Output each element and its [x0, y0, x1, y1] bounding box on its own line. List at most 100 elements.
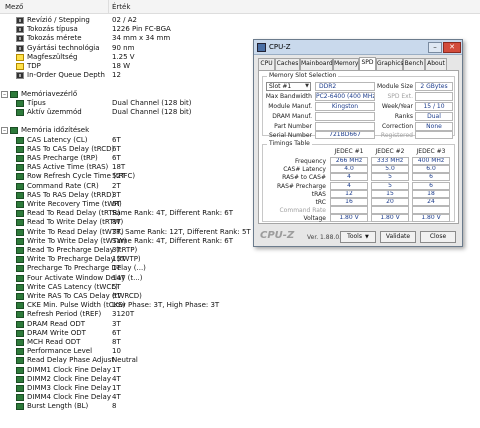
- list-item[interactable]: Magfeszültség 1.25 V: [0, 53, 250, 62]
- slot-select[interactable]: Slot #1 ▼: [266, 82, 311, 91]
- validate-button[interactable]: Validate: [380, 231, 416, 243]
- list-item[interactable]: Write RAS To CAS Delay (tWRCD) 6T: [0, 292, 250, 301]
- tab-caches[interactable]: Caches: [275, 58, 300, 70]
- item-value: Same Rank: 4T, Different Rank: 6T: [112, 236, 234, 245]
- timing-cell: 6: [412, 181, 450, 190]
- item-label: Read Delay Phase Adjust: [27, 356, 115, 365]
- list-item[interactable]: RAS To CAS Delay (tRCD) 6T: [0, 145, 250, 154]
- group-title: Timings Table: [267, 140, 312, 147]
- memory-controller-icon: [10, 90, 18, 98]
- list-item[interactable]: DIMM2 Clock Fine Delay 4T: [0, 375, 250, 384]
- list-item[interactable]: Read To Write Delay (tRTW) 8T: [0, 218, 250, 227]
- collapse-icon[interactable]: –: [1, 90, 8, 98]
- close-window-button[interactable]: ✕: [443, 42, 461, 53]
- list-item[interactable]: Revízió / Stepping 02 / A2: [0, 16, 250, 25]
- list-item[interactable]: Write CAS Latency (tWCL) 5T: [0, 283, 250, 292]
- memory-icon: [16, 320, 24, 328]
- memory-icon: [16, 339, 24, 346]
- tools-button[interactable]: Tools ▼: [340, 231, 376, 243]
- list-item[interactable]: CAS Latency (CL) 6T: [0, 136, 250, 145]
- list-item[interactable]: Burst Length (BL) 8: [0, 402, 250, 411]
- list-item[interactable]: DIMM1 Clock Fine Delay 1T: [0, 366, 250, 375]
- spacer-row: [0, 117, 250, 126]
- item-label: Write To Read Delay (tWTR): [27, 227, 124, 236]
- item-label: TDP: [27, 62, 41, 70]
- tab-graphics[interactable]: Graphics: [376, 58, 404, 70]
- section-header[interactable]: – Memória időzítések: [0, 126, 250, 135]
- item-value: 52T: [112, 172, 126, 181]
- list-item[interactable]: CKE Min. Pulse Width (tCKE) Low Phase: 3T…: [0, 301, 250, 310]
- item-label: Magfeszültség: [27, 52, 78, 61]
- item-label: Performance Level: [27, 347, 93, 356]
- list-item[interactable]: RAS Active Time (tRAS) 18T: [0, 163, 250, 172]
- list-item[interactable]: Write To Write Delay (tWTW) Same Rank: 4T…: [0, 237, 250, 246]
- timing-cell: 15: [371, 189, 409, 198]
- close-button[interactable]: Close: [420, 231, 456, 243]
- list-item[interactable]: Performance Level 10: [0, 347, 250, 356]
- cpuz-window[interactable]: CPU-Z – ✕ CPU Caches Mainboard Memory SP…: [253, 39, 463, 247]
- list-item[interactable]: Gyártási technológia 90 nm: [0, 44, 250, 53]
- section-header[interactable]: – Memóriavezérlő: [0, 90, 250, 99]
- list-item[interactable]: TDP 18 W: [0, 62, 250, 71]
- list-item[interactable]: In-Order Queue Depth 12: [0, 71, 250, 80]
- list-item[interactable]: Read Delay Phase Adjust Neutral: [0, 356, 250, 365]
- list-item[interactable]: Four Activate Window Delay (t...) 14T: [0, 274, 250, 283]
- spd-ext-value: [415, 92, 453, 101]
- list-item[interactable]: Tokozás mérete 34 mm x 34 mm: [0, 34, 250, 43]
- memory-icon: [16, 357, 24, 365]
- timing-cell: 4: [330, 181, 368, 190]
- chip-icon: [16, 26, 24, 34]
- list-item[interactable]: Típus Dual Channel (128 bit): [0, 99, 250, 108]
- timing-cell: [330, 206, 368, 215]
- tab-about[interactable]: About: [425, 58, 447, 70]
- list-item[interactable]: MCH Read ODT 8T: [0, 338, 250, 347]
- list-item[interactable]: DRAM Write ODT 6T: [0, 329, 250, 338]
- timing-cell: 5: [371, 173, 409, 182]
- cpuz-logo: CPU-Z: [260, 230, 295, 241]
- item-value: 1226 Pin FC-BGA: [112, 25, 171, 34]
- list-item[interactable]: RAS Precharge (tRP) 6T: [0, 154, 250, 163]
- ranks-label: Ranks: [394, 113, 413, 120]
- list-item[interactable]: Refresh Period (tREF) 3120T: [0, 310, 250, 319]
- tab-memory[interactable]: Memory: [333, 58, 359, 70]
- list-item[interactable]: Write Recovery Time (tWR) 6T: [0, 200, 250, 209]
- memory-icon: [16, 164, 24, 172]
- item-value: Neutral: [112, 356, 138, 365]
- list-item[interactable]: Precharge To Precharge Delay (...) 1T: [0, 264, 250, 273]
- list-item[interactable]: DRAM Read ODT 3T: [0, 320, 250, 329]
- memory-icon: [16, 375, 24, 383]
- column-header-value[interactable]: Érték: [112, 3, 130, 11]
- item-label: RAS Precharge (tRP): [27, 154, 98, 162]
- item-value: Same Rank: 4T, Different Rank: 6T: [112, 209, 234, 218]
- tab-mainboard[interactable]: Mainboard: [300, 58, 333, 70]
- list-item[interactable]: Aktív üzemmód Dual Channel (128 bit): [0, 108, 250, 117]
- column-header-field[interactable]: Mező: [5, 3, 23, 11]
- list-item[interactable]: Tokozás típusa 1226 Pin FC-BGA: [0, 25, 250, 34]
- item-label: Revízió / Stepping: [27, 16, 90, 24]
- collapse-icon[interactable]: –: [1, 127, 8, 135]
- timings-column-jedec2: JEDEC #2: [375, 148, 405, 155]
- column-separator[interactable]: [108, 0, 109, 14]
- list-item[interactable]: DIMM4 Clock Fine Delay 4T: [0, 393, 250, 402]
- tab-spd[interactable]: SPD: [359, 57, 376, 70]
- tab-bench[interactable]: Bench: [403, 58, 425, 70]
- title-bar[interactable]: CPU-Z – ✕: [254, 40, 462, 55]
- list-item[interactable]: Read To Precharge Delay (tRTP) 3T: [0, 246, 250, 255]
- list-item[interactable]: Write To Read Delay (tWTR) 3T, Same Rank:…: [0, 227, 251, 237]
- list-item[interactable]: Write To Precharge Delay (tWTP) 15T: [0, 255, 250, 264]
- item-value: 18T: [112, 163, 126, 172]
- item-value: 6T: [112, 328, 121, 337]
- item-label: Write CAS Latency (tWCL): [27, 282, 118, 291]
- list-item[interactable]: Command Rate (CR) 2T: [0, 182, 250, 191]
- item-value: 6T: [112, 154, 121, 162]
- list-item[interactable]: DIMM3 Clock Fine Delay 1T: [0, 384, 250, 393]
- minimize-button[interactable]: –: [428, 42, 442, 53]
- list-item[interactable]: RAS To RAS Delay (tRRD) 3T: [0, 191, 250, 200]
- list-item[interactable]: Read To Read Delay (tRTR) Same Rank: 4T, …: [0, 209, 250, 218]
- memory-icon: [16, 210, 24, 218]
- tab-cpu[interactable]: CPU: [258, 58, 275, 70]
- timing-cell: 5.0: [371, 165, 409, 174]
- part-number-label: Part Number: [274, 123, 312, 130]
- list-item[interactable]: Row Refresh Cycle Time (tRFC) 52T: [0, 172, 250, 181]
- memory-icon: [16, 191, 24, 199]
